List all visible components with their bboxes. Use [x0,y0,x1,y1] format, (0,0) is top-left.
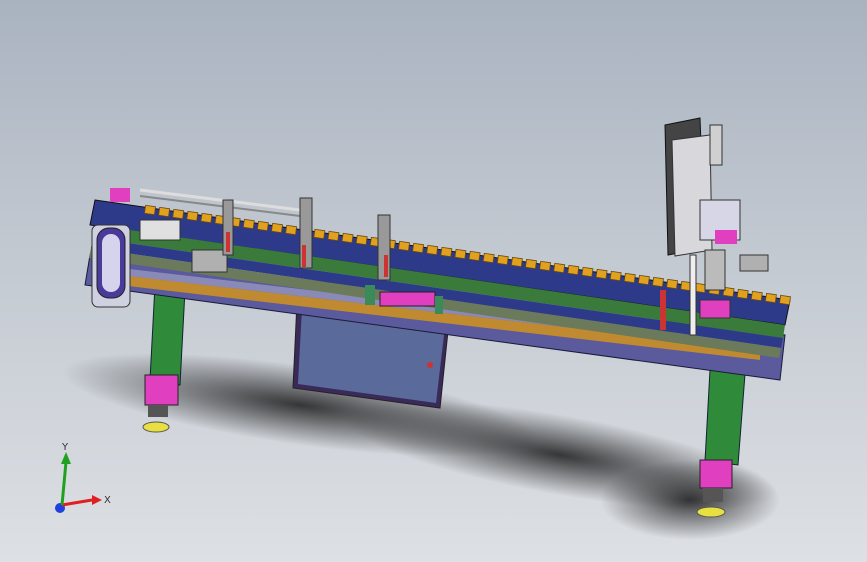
chain-link [652,276,664,288]
chain-link [355,234,368,246]
x-axis-icon [61,495,102,507]
chain-link [426,244,439,256]
chain-link [595,268,608,280]
chain-link [609,270,622,282]
chain-link [764,292,777,304]
chain-link [313,228,326,240]
chain-link [271,222,283,234]
chain-link [567,264,580,276]
chain-link [242,218,255,230]
chain-link [637,274,650,286]
chain-link [440,246,453,258]
chain-link [496,254,509,266]
chain-link [186,210,199,222]
chain-link [581,266,594,278]
coordinate-triad: X Y [55,442,111,513]
chain-link [539,260,552,272]
chain-link [525,258,537,270]
y-axis-icon [60,452,71,506]
chain-link [256,220,269,232]
chain-link [736,288,749,300]
chain-link [779,294,791,306]
cad-viewport[interactable]: X Y [0,0,867,562]
chain-link [200,212,213,224]
chain-link [482,252,495,264]
chain-link [398,240,410,252]
chain-link [750,290,763,302]
x-axis-label: X [104,495,111,506]
chain-link [468,250,481,262]
chain-link [285,224,298,236]
y-axis-label: Y [61,442,69,453]
chain-link [666,278,679,290]
chain-link [510,256,523,268]
conveyor-model[interactable] [0,0,867,562]
left-drive-cover [91,224,131,308]
chain-link [172,208,185,220]
chain-link [623,272,636,284]
chain-link [341,232,354,244]
chain-link [158,206,171,218]
chain-link [553,262,566,274]
chain-link [454,248,467,260]
chain-link [412,242,425,254]
chain-link [144,204,156,216]
chain-link [327,230,340,242]
